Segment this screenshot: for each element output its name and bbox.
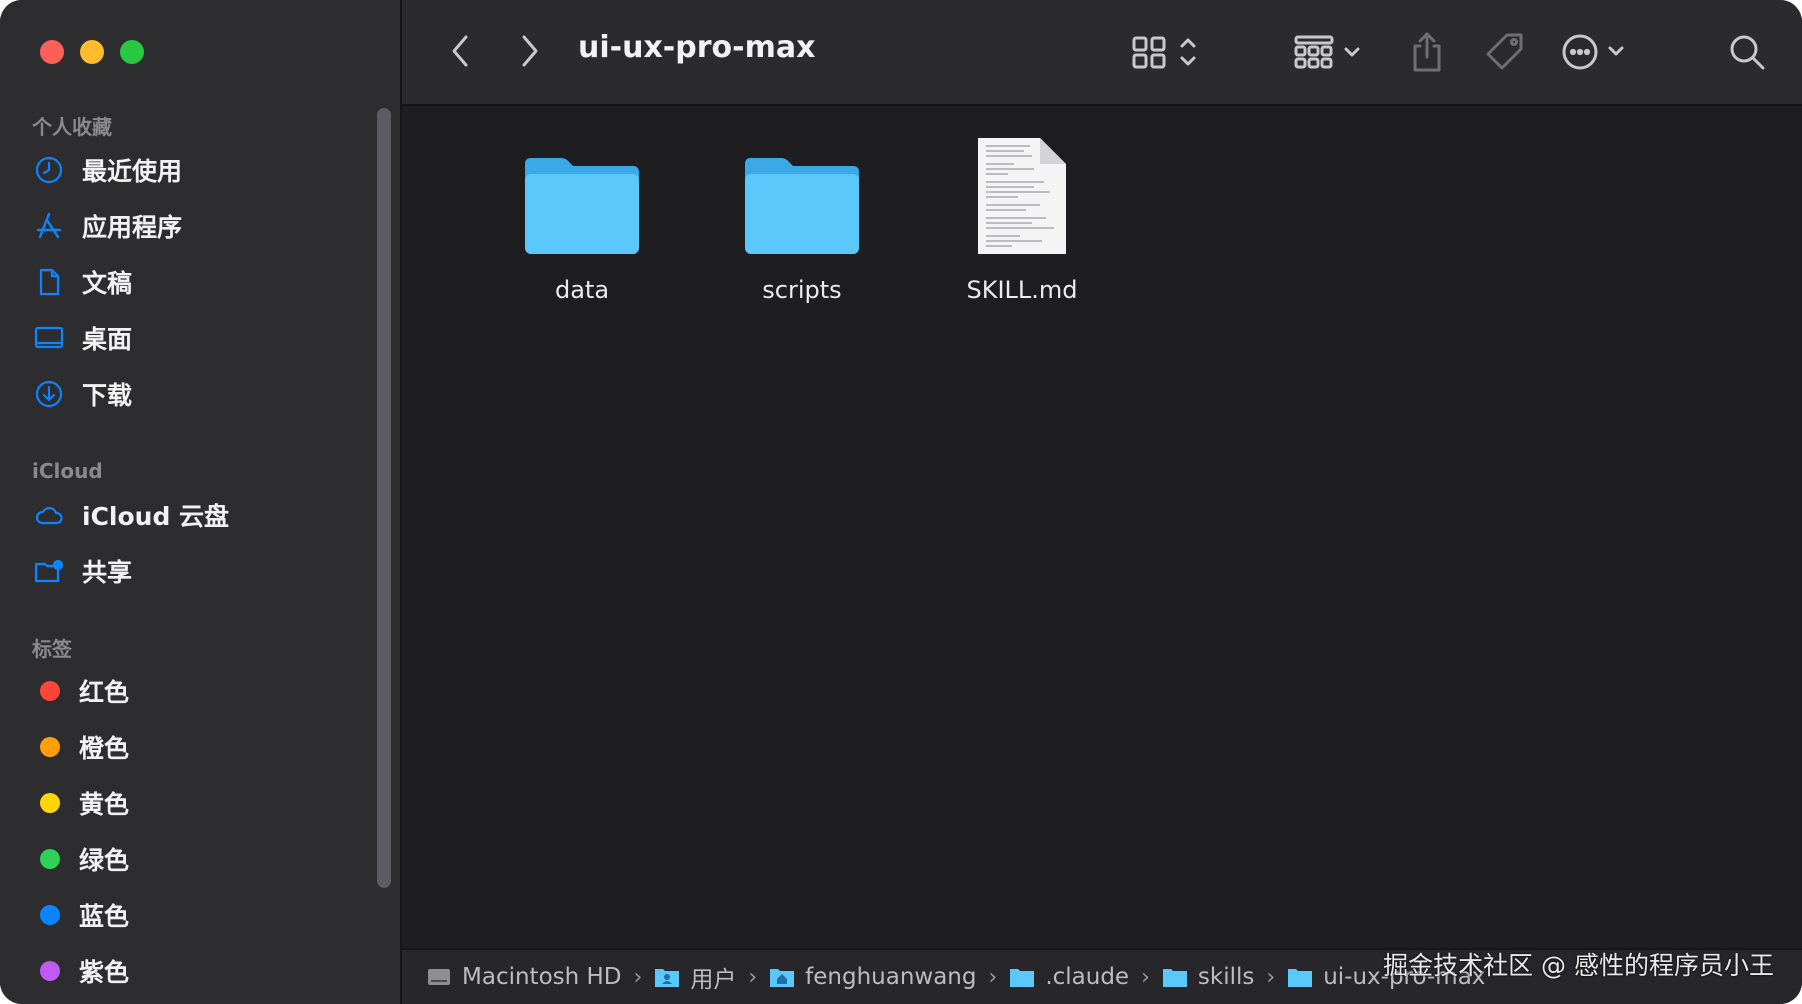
tags-section-title: 标签 <box>32 637 72 661</box>
more-icon <box>1562 34 1624 70</box>
back-icon <box>452 35 468 67</box>
sidebar-item-label: 黄色 <box>79 790 130 819</box>
applications-icon <box>32 209 66 243</box>
purple-tag-dot-icon <box>40 961 60 981</box>
path-crumb-claude[interactable]: .claude <box>1009 964 1129 990</box>
path-crumb-label: .claude <box>1045 964 1130 990</box>
folder-icon <box>1288 969 1313 987</box>
file-item-scripts[interactable]: scripts <box>712 132 892 304</box>
download-icon <box>32 377 66 411</box>
sidebar-item-icloud-drive[interactable]: iCloud 云盘 <box>32 493 229 537</box>
sidebar-tag-blue[interactable]: 蓝色 <box>32 893 129 937</box>
window-title: ui-ux-pro-max <box>578 30 816 65</box>
sidebar-tag-green[interactable]: 绿色 <box>32 837 129 881</box>
blue-tag-dot-icon <box>40 905 60 925</box>
chevron-right-icon: › <box>633 964 643 990</box>
sidebar-item-label: 共享 <box>82 558 133 587</box>
chevron-right-icon: › <box>1266 964 1276 990</box>
green-tag-dot-icon <box>40 849 60 869</box>
sidebar-item-label: 下载 <box>82 381 133 410</box>
yellow-tag-dot-icon <box>40 793 60 813</box>
chevron-right-icon: › <box>748 964 758 990</box>
path-crumb-skills[interactable]: skills <box>1162 964 1254 990</box>
finder-window: 个人收藏 最近使用 应用程序 文稿 桌面 下载 iCloud iCloud 云盘… <box>0 0 1802 1004</box>
orange-tag-dot-icon <box>40 737 60 757</box>
desktop-icon <box>32 321 66 355</box>
disk-icon <box>428 969 450 985</box>
view-mode-button[interactable] <box>1130 26 1210 78</box>
folder-icon <box>519 132 645 258</box>
document-icon <box>32 265 66 299</box>
file-name: data <box>554 276 610 304</box>
search-button[interactable] <box>1722 26 1772 78</box>
file-item-data[interactable]: data <box>492 132 672 304</box>
sidebar-item-shared[interactable]: 共享 <box>32 549 132 593</box>
minimize-button[interactable] <box>80 40 104 64</box>
chevron-right-icon: › <box>988 964 998 990</box>
back-button[interactable] <box>442 26 478 76</box>
markdown-document-icon <box>959 132 1085 258</box>
more-actions-button[interactable] <box>1558 26 1636 78</box>
traffic-lights <box>40 40 144 64</box>
sidebar-item-label: 蓝色 <box>79 902 130 931</box>
file-grid: data scripts SKILL.md <box>402 106 1802 950</box>
cloud-icon <box>32 498 66 532</box>
forward-icon <box>522 35 538 67</box>
users-folder-icon <box>655 969 680 987</box>
favorites-section-title: 个人收藏 <box>32 115 112 139</box>
folder-icon <box>1010 969 1035 987</box>
group-icon <box>1294 35 1360 69</box>
sidebar-item-recents[interactable]: 最近使用 <box>32 148 182 192</box>
folder-icon <box>739 132 865 258</box>
path-crumb-label: Macintosh HD <box>462 964 622 990</box>
sidebar-item-documents[interactable]: 文稿 <box>32 260 132 304</box>
sidebar-item-label: 文稿 <box>82 269 133 298</box>
sidebar-scrollbar[interactable] <box>377 108 391 888</box>
tag-icon <box>1486 33 1523 70</box>
path-crumb-macintosh-hd[interactable]: Macintosh HD <box>426 964 622 990</box>
sidebar-item-label: 橙色 <box>79 734 130 763</box>
path-crumb-label: fenghuanwang <box>805 964 977 990</box>
path-crumb-label: 用户 <box>690 967 737 993</box>
sidebar-item-label: iCloud 云盘 <box>82 502 230 531</box>
red-tag-dot-icon <box>40 681 60 701</box>
share-button[interactable] <box>1402 26 1452 78</box>
sidebar-item-label: 最近使用 <box>82 157 183 186</box>
icloud-section-title: iCloud <box>32 459 103 483</box>
forward-button[interactable] <box>512 26 548 76</box>
sidebar-item-desktop[interactable]: 桌面 <box>32 316 132 360</box>
zoom-button[interactable] <box>120 40 144 64</box>
watermark: 掘金技术社区 @ 感性的程序员小王 <box>1383 951 1774 980</box>
shared-folder-icon <box>32 554 66 588</box>
sidebar-item-label: 桌面 <box>82 325 133 354</box>
close-button[interactable] <box>40 40 64 64</box>
path-crumb-label: skills <box>1197 964 1255 990</box>
share-icon <box>1413 32 1441 72</box>
chevron-right-icon: › <box>1141 964 1150 990</box>
file-name: scripts <box>762 276 842 304</box>
folder-icon <box>1162 969 1187 987</box>
sidebar-item-applications[interactable]: 应用程序 <box>32 204 182 248</box>
sidebar-item-label: 紫色 <box>79 958 130 987</box>
search-icon <box>1730 35 1765 70</box>
file-name: SKILL.md <box>966 276 1078 304</box>
tag-button[interactable] <box>1480 26 1530 78</box>
file-item-skill-md[interactable]: SKILL.md <box>932 132 1112 304</box>
home-folder-icon <box>770 969 795 987</box>
sidebar-tag-purple[interactable]: 紫色 <box>32 949 129 993</box>
sidebar-tag-orange[interactable]: 橙色 <box>32 725 129 769</box>
sidebar-tag-red[interactable]: 红色 <box>32 669 129 713</box>
sidebar-item-label: 绿色 <box>79 846 130 875</box>
sidebar: 个人收藏 最近使用 应用程序 文稿 桌面 下载 iCloud iCloud 云盘… <box>0 0 402 1004</box>
clock-icon <box>32 153 66 187</box>
sidebar-item-downloads[interactable]: 下载 <box>32 372 132 416</box>
toolbar: ui-ux-pro-max <box>402 0 1802 106</box>
path-crumb-home[interactable]: fenghuanwang <box>769 964 977 990</box>
group-button[interactable] <box>1292 26 1372 78</box>
sidebar-tag-yellow[interactable]: 黄色 <box>32 781 129 825</box>
sidebar-item-label: 应用程序 <box>82 213 183 242</box>
path-crumb-users[interactable]: 用户 <box>654 960 736 994</box>
grid-view-icon <box>1132 36 1196 69</box>
sidebar-item-label: 红色 <box>79 678 130 707</box>
